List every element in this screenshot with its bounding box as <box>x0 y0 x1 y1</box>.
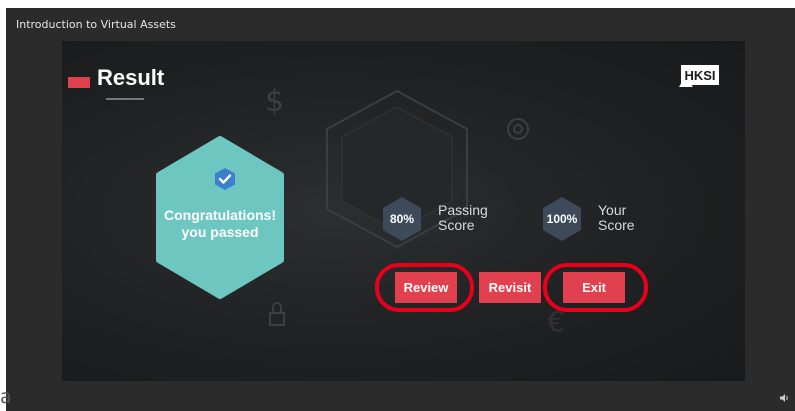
result-message-line2: you passed <box>181 224 259 240</box>
passing-score-caption-line1: Passing <box>438 202 488 218</box>
result-message-line1: Congratulations! <box>164 207 276 223</box>
hksi-logo: HKSI <box>679 65 719 87</box>
course-player: Introduction to Virtual Assets $ € Resul… <box>6 8 795 411</box>
course-title: Introduction to Virtual Assets <box>16 18 176 31</box>
volume-icon[interactable] <box>780 393 790 403</box>
your-score-caption-line1: Your <box>598 202 627 218</box>
title-underline <box>106 98 144 100</box>
review-highlight-ring <box>375 263 474 312</box>
logo-text: HKSI <box>684 68 715 83</box>
revisit-button[interactable]: Revisit <box>479 272 541 303</box>
slide-title: Result <box>97 65 165 90</box>
passing-score-value: 80% <box>389 212 415 226</box>
exit-highlight-ring <box>543 263 648 312</box>
corner-text: a <box>0 386 12 408</box>
title-accent-bar <box>68 77 90 88</box>
svg-text:$: $ <box>265 84 284 119</box>
check-icon <box>215 168 235 190</box>
passing-score-caption-line2: Score <box>438 217 475 233</box>
slide-stage: $ € Result HKSI Congratulations! you pas… <box>62 41 745 381</box>
result-message: Congratulations! you passed <box>155 207 285 241</box>
your-score-caption-line2: Score <box>598 217 635 233</box>
your-score-value: 100% <box>546 212 578 226</box>
passing-score-caption: Passing Score <box>438 203 508 233</box>
your-score-caption: Your Score <box>598 203 668 233</box>
